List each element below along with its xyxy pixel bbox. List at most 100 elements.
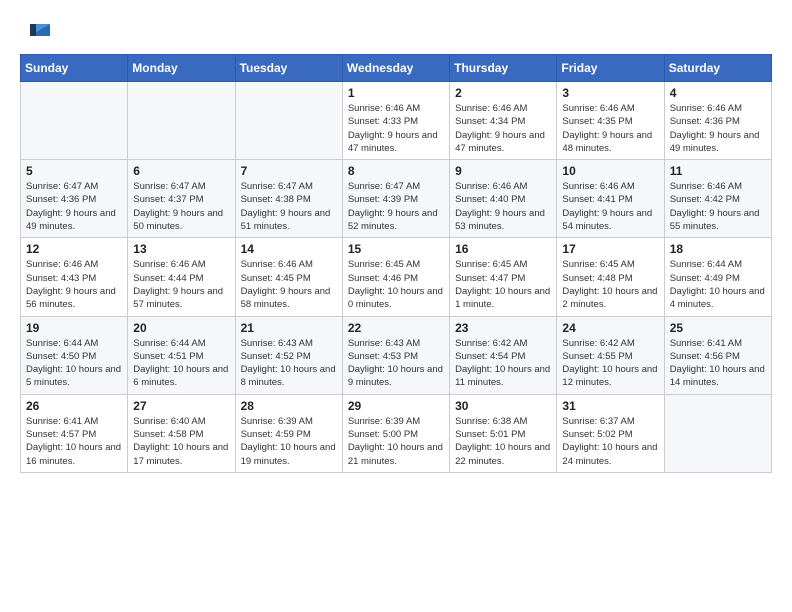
day-number: 19: [26, 321, 122, 335]
header: [20, 20, 772, 44]
weekday-wednesday: Wednesday: [342, 55, 449, 82]
day-info: Sunrise: 6:38 AM Sunset: 5:01 PM Dayligh…: [455, 415, 551, 468]
day-number: 3: [562, 86, 658, 100]
day-info: Sunrise: 6:44 AM Sunset: 4:51 PM Dayligh…: [133, 337, 229, 390]
day-number: 27: [133, 399, 229, 413]
weekday-monday: Monday: [128, 55, 235, 82]
day-number: 14: [241, 242, 337, 256]
day-info: Sunrise: 6:46 AM Sunset: 4:43 PM Dayligh…: [26, 258, 122, 311]
day-cell: 18 Sunrise: 6:44 AM Sunset: 4:49 PM Dayli…: [664, 238, 771, 316]
day-info: Sunrise: 6:47 AM Sunset: 4:39 PM Dayligh…: [348, 180, 444, 233]
day-cell: 7Sunrise: 6:47 AM Sunset: 4:38 PM Daylig…: [235, 160, 342, 238]
day-number: 2: [455, 86, 551, 100]
day-cell: 25Sunrise: 6:41 AM Sunset: 4:56 PM Dayli…: [664, 316, 771, 394]
day-number: 13: [133, 242, 229, 256]
day-info: Sunrise: 6:46 AM Sunset: 4:35 PM Dayligh…: [562, 102, 658, 155]
day-cell: 19Sunrise: 6:44 AM Sunset: 4:50 PM Dayli…: [21, 316, 128, 394]
day-cell: 12 Sunrise: 6:46 AM Sunset: 4:43 PM Dayli…: [21, 238, 128, 316]
day-cell: [664, 394, 771, 472]
day-info: Sunrise: 6:43 AM Sunset: 4:52 PM Dayligh…: [241, 337, 337, 390]
week-row-1: 1 Sunrise: 6:46 AM Sunset: 4:33 PM Daylig…: [21, 82, 772, 160]
day-number: 8: [348, 164, 444, 178]
day-cell: 1 Sunrise: 6:46 AM Sunset: 4:33 PM Daylig…: [342, 82, 449, 160]
day-cell: 26 Sunrise: 6:41 AM Sunset: 4:57 PM Dayli…: [21, 394, 128, 472]
day-cell: 8 Sunrise: 6:47 AM Sunset: 4:39 PM Daylig…: [342, 160, 449, 238]
weekday-friday: Friday: [557, 55, 664, 82]
week-row-4: 19Sunrise: 6:44 AM Sunset: 4:50 PM Dayli…: [21, 316, 772, 394]
logo: [20, 20, 52, 44]
day-info: Sunrise: 6:46 AM Sunset: 4:36 PM Dayligh…: [670, 102, 766, 155]
day-cell: 6 Sunrise: 6:47 AM Sunset: 4:37 PM Daylig…: [128, 160, 235, 238]
logo-general: [20, 20, 52, 48]
day-number: 12: [26, 242, 122, 256]
day-cell: 17 Sunrise: 6:45 AM Sunset: 4:48 PM Dayli…: [557, 238, 664, 316]
day-info: Sunrise: 6:37 AM Sunset: 5:02 PM Dayligh…: [562, 415, 658, 468]
day-info: Sunrise: 6:46 AM Sunset: 4:44 PM Dayligh…: [133, 258, 229, 311]
day-cell: 9 Sunrise: 6:46 AM Sunset: 4:40 PM Daylig…: [450, 160, 557, 238]
day-number: 16: [455, 242, 551, 256]
day-number: 22: [348, 321, 444, 335]
day-info: Sunrise: 6:41 AM Sunset: 4:57 PM Dayligh…: [26, 415, 122, 468]
page: SundayMondayTuesdayWednesdayThursdayFrid…: [0, 0, 792, 483]
day-cell: 29Sunrise: 6:39 AM Sunset: 5:00 PM Dayli…: [342, 394, 449, 472]
day-number: 6: [133, 164, 229, 178]
day-info: Sunrise: 6:42 AM Sunset: 4:55 PM Dayligh…: [562, 337, 658, 390]
day-info: Sunrise: 6:45 AM Sunset: 4:48 PM Dayligh…: [562, 258, 658, 311]
day-number: 7: [241, 164, 337, 178]
day-cell: [128, 82, 235, 160]
day-cell: 31 Sunrise: 6:37 AM Sunset: 5:02 PM Dayli…: [557, 394, 664, 472]
day-number: 17: [562, 242, 658, 256]
day-cell: 11 Sunrise: 6:46 AM Sunset: 4:42 PM Dayli…: [664, 160, 771, 238]
day-cell: 28 Sunrise: 6:39 AM Sunset: 4:59 PM Dayli…: [235, 394, 342, 472]
day-number: 20: [133, 321, 229, 335]
day-info: Sunrise: 6:46 AM Sunset: 4:41 PM Dayligh…: [562, 180, 658, 233]
day-number: 9: [455, 164, 551, 178]
day-cell: 15 Sunrise: 6:45 AM Sunset: 4:46 PM Dayli…: [342, 238, 449, 316]
day-number: 18: [670, 242, 766, 256]
day-info: Sunrise: 6:47 AM Sunset: 4:36 PM Dayligh…: [26, 180, 122, 233]
day-number: 26: [26, 399, 122, 413]
calendar: SundayMondayTuesdayWednesdayThursdayFrid…: [20, 54, 772, 473]
day-info: Sunrise: 6:45 AM Sunset: 4:46 PM Dayligh…: [348, 258, 444, 311]
day-cell: 23Sunrise: 6:42 AM Sunset: 4:54 PM Dayli…: [450, 316, 557, 394]
day-info: Sunrise: 6:42 AM Sunset: 4:54 PM Dayligh…: [455, 337, 551, 390]
day-cell: 30 Sunrise: 6:38 AM Sunset: 5:01 PM Dayli…: [450, 394, 557, 472]
day-info: Sunrise: 6:46 AM Sunset: 4:40 PM Dayligh…: [455, 180, 551, 233]
day-number: 30: [455, 399, 551, 413]
day-info: Sunrise: 6:46 AM Sunset: 4:33 PM Dayligh…: [348, 102, 444, 155]
day-number: 31: [562, 399, 658, 413]
day-number: 4: [670, 86, 766, 100]
day-cell: 24Sunrise: 6:42 AM Sunset: 4:55 PM Dayli…: [557, 316, 664, 394]
day-info: Sunrise: 6:39 AM Sunset: 4:59 PM Dayligh…: [241, 415, 337, 468]
day-number: 15: [348, 242, 444, 256]
week-row-3: 12 Sunrise: 6:46 AM Sunset: 4:43 PM Dayli…: [21, 238, 772, 316]
week-row-5: 26 Sunrise: 6:41 AM Sunset: 4:57 PM Dayli…: [21, 394, 772, 472]
day-info: Sunrise: 6:43 AM Sunset: 4:53 PM Dayligh…: [348, 337, 444, 390]
day-number: 25: [670, 321, 766, 335]
day-cell: 13 Sunrise: 6:46 AM Sunset: 4:44 PM Dayli…: [128, 238, 235, 316]
day-cell: [21, 82, 128, 160]
day-info: Sunrise: 6:39 AM Sunset: 5:00 PM Dayligh…: [348, 415, 444, 468]
day-cell: 4 Sunrise: 6:46 AM Sunset: 4:36 PM Daylig…: [664, 82, 771, 160]
day-info: Sunrise: 6:46 AM Sunset: 4:34 PM Dayligh…: [455, 102, 551, 155]
day-number: 5: [26, 164, 122, 178]
logo-icon: [20, 20, 52, 48]
weekday-sunday: Sunday: [21, 55, 128, 82]
day-cell: 3 Sunrise: 6:46 AM Sunset: 4:35 PM Daylig…: [557, 82, 664, 160]
weekday-header-row: SundayMondayTuesdayWednesdayThursdayFrid…: [21, 55, 772, 82]
day-info: Sunrise: 6:40 AM Sunset: 4:58 PM Dayligh…: [133, 415, 229, 468]
day-cell: 27 Sunrise: 6:40 AM Sunset: 4:58 PM Dayli…: [128, 394, 235, 472]
day-cell: 21Sunrise: 6:43 AM Sunset: 4:52 PM Dayli…: [235, 316, 342, 394]
day-cell: 16Sunrise: 6:45 AM Sunset: 4:47 PM Dayli…: [450, 238, 557, 316]
weekday-saturday: Saturday: [664, 55, 771, 82]
day-cell: 10Sunrise: 6:46 AM Sunset: 4:41 PM Dayli…: [557, 160, 664, 238]
day-cell: 14Sunrise: 6:46 AM Sunset: 4:45 PM Dayli…: [235, 238, 342, 316]
day-number: 1: [348, 86, 444, 100]
day-info: Sunrise: 6:44 AM Sunset: 4:49 PM Dayligh…: [670, 258, 766, 311]
day-info: Sunrise: 6:46 AM Sunset: 4:42 PM Dayligh…: [670, 180, 766, 233]
day-info: Sunrise: 6:47 AM Sunset: 4:37 PM Dayligh…: [133, 180, 229, 233]
day-cell: 22 Sunrise: 6:43 AM Sunset: 4:53 PM Dayli…: [342, 316, 449, 394]
day-cell: 5 Sunrise: 6:47 AM Sunset: 4:36 PM Daylig…: [21, 160, 128, 238]
day-number: 28: [241, 399, 337, 413]
day-number: 11: [670, 164, 766, 178]
